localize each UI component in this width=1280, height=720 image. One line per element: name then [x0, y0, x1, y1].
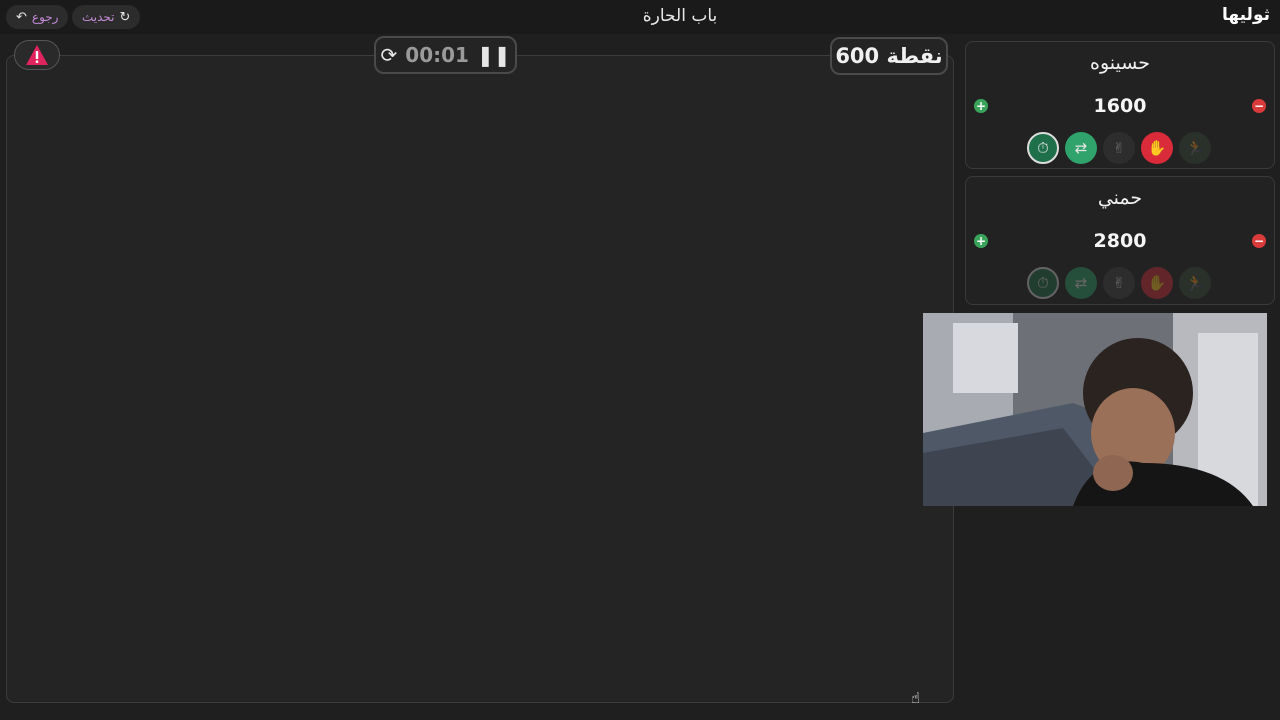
- team-score: 1600: [1093, 95, 1147, 117]
- stop-hand-icon[interactable]: ✋: [1141, 132, 1173, 164]
- subtract-score-button[interactable]: −: [1252, 234, 1266, 248]
- team-card: حسينوه + 1600 − ⏱ ⇄ ✌ ✋ 🏃: [965, 41, 1275, 169]
- question-board: [6, 55, 954, 703]
- team-name: حمني: [1097, 187, 1143, 209]
- webcam-feed: [923, 313, 1267, 506]
- two-fingers-icon[interactable]: ✌: [1103, 267, 1135, 299]
- stopwatch-icon[interactable]: ⏱: [1027, 267, 1059, 299]
- team-score: 2800: [1093, 230, 1147, 252]
- timer-display: 00:01: [405, 43, 469, 67]
- subtract-score-button[interactable]: −: [1252, 99, 1266, 113]
- webcam-image: [923, 313, 1267, 506]
- page-title: باب الحارة: [642, 6, 718, 26]
- warning-icon: [26, 45, 48, 65]
- stop-hand-icon[interactable]: ✋: [1141, 267, 1173, 299]
- pause-icon[interactable]: ❚❚: [477, 43, 511, 67]
- runner-icon[interactable]: 🏃: [1179, 132, 1211, 164]
- two-fingers-icon[interactable]: ✌: [1103, 132, 1135, 164]
- reset-timer-icon[interactable]: ⟳: [381, 43, 398, 67]
- helper-tools: ⏱ ⇄ ✌ ✋ 🏃: [1027, 132, 1211, 164]
- report-button[interactable]: [14, 40, 60, 70]
- team-card: حمني + 2800 − ⏱ ⇄ ✌ ✋ 🏃: [965, 176, 1275, 305]
- top-bar: ↶ رجوع تحديث ↻ باب الحارة ثوليها: [0, 0, 1280, 34]
- team-name: حسينوه: [1090, 52, 1150, 74]
- question-points: 600 نقطة: [830, 37, 948, 75]
- stopwatch-icon[interactable]: ⏱: [1027, 132, 1059, 164]
- hand-cursor-icon: ☝: [911, 689, 921, 707]
- timer-box: ⟳ 00:01 ❚❚: [374, 36, 517, 74]
- helper-tools: ⏱ ⇄ ✌ ✋ 🏃: [1027, 267, 1211, 299]
- runner-icon[interactable]: 🏃: [1179, 267, 1211, 299]
- brand-logo: ثوليها: [1222, 5, 1270, 25]
- swap-icon[interactable]: ⇄: [1065, 267, 1097, 299]
- swap-icon[interactable]: ⇄: [1065, 132, 1097, 164]
